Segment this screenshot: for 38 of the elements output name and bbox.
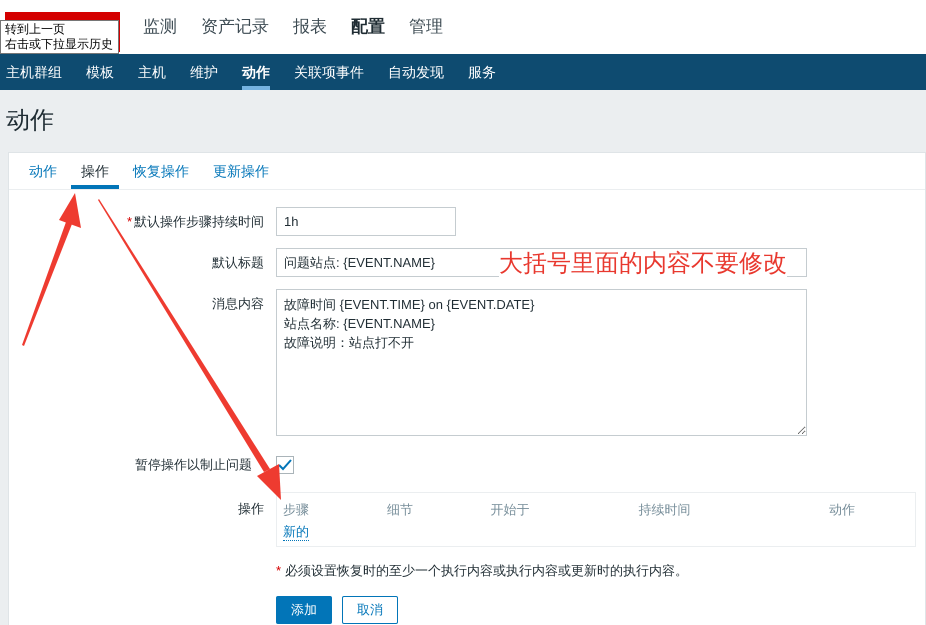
submenu-item[interactable]: 动作 <box>242 54 270 90</box>
required-mark: * <box>126 214 132 229</box>
tab[interactable]: 操作 <box>71 153 119 189</box>
required-mark: * <box>276 563 282 578</box>
column-header: 开始于 <box>490 501 531 519</box>
new-link[interactable]: 新的 <box>283 524 309 540</box>
submenu-item[interactable]: 服务 <box>468 54 496 90</box>
field-label: 默认标题 <box>212 254 264 270</box>
menu-item[interactable]: 报表 <box>293 14 327 40</box>
button[interactable]: 取消 <box>342 596 398 624</box>
field-label: 操作 <box>238 501 264 516</box>
menu-item[interactable]: 配置 <box>351 14 385 40</box>
menu-item[interactable]: 管理 <box>409 14 443 40</box>
submenu-item[interactable]: 自动发现 <box>388 54 444 90</box>
field-label: 默认操作步骤持续时间 <box>134 214 264 229</box>
submenu-item[interactable]: 模板 <box>86 54 114 90</box>
note-text: 必须设置恢复时的至少一个执行内容或执行内容或更新时的执行内容。 <box>285 563 688 578</box>
tab[interactable]: 动作 <box>19 153 67 189</box>
tooltip: 转到上一页 右击或下拉显示历史 <box>0 20 119 54</box>
submenu-item[interactable]: 主机群组 <box>6 54 62 90</box>
column-header: 动作 <box>829 501 856 519</box>
menu-item[interactable]: 资产记录 <box>201 14 269 40</box>
tab[interactable]: 恢复操作 <box>123 153 199 189</box>
duration-input[interactable]: 1h <box>276 207 456 236</box>
column-header: 持续时间 <box>638 501 692 519</box>
column-header: 步骤 <box>283 501 310 519</box>
submenu-item[interactable]: 关联项事件 <box>294 54 364 90</box>
menu-item[interactable]: 监测 <box>143 14 177 40</box>
field-label: 暂停操作以制止问题 <box>135 457 252 472</box>
page-title: 动作 <box>6 106 54 136</box>
submenu-item[interactable]: 主机 <box>138 54 166 90</box>
annotation-text: 大括号里面的内容不要修改 <box>499 249 787 277</box>
submenu-item[interactable]: 维护 <box>190 54 218 90</box>
field-label: 消息内容 <box>212 296 264 311</box>
message-textarea[interactable]: 故障时间 {EVENT.TIME} on {EVENT.DATE} 站点名称: {EVENT.NAME} 故障说明：站点打不开 <box>276 289 807 436</box>
tab[interactable]: 更新操作 <box>203 153 279 189</box>
column-header: 细节 <box>386 501 414 519</box>
button[interactable]: 添加 <box>276 596 332 624</box>
